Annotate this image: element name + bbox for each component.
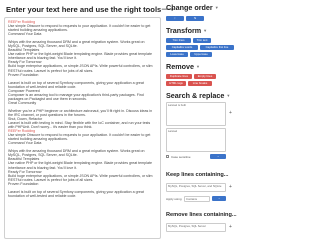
add-icon[interactable]: + [229, 225, 232, 230]
remove-duplicate-lines-button[interactable]: Duplicate lines [166, 74, 192, 79]
case-sensitive-checkbox[interactable] [166, 155, 169, 158]
capitalize-words-button[interactable]: Capitalize words [166, 45, 198, 50]
section-remove: Remove ▼ [166, 62, 200, 71]
remove-lines-input[interactable]: MySQL, Postgres, SQL Server [166, 223, 226, 232]
keep-lines-go-button[interactable]: → [212, 196, 226, 201]
editor-line: Use native PHP or the light-weight Blade… [8, 161, 152, 166]
sort-order-button[interactable]: ⇅ [186, 16, 204, 21]
transform-title: Transform [166, 26, 202, 35]
editor-header: Enter your text here and use the right t… [6, 3, 174, 15]
add-icon[interactable]: + [229, 185, 232, 190]
keep-lines-title: Keep lines containing... [166, 172, 229, 178]
section-transform: Transform ▼ [166, 26, 207, 35]
tools-sidebar: Change order ▼ ↕ ⇅ Transform ▼ Trim line… [164, 0, 240, 240]
apply-using-select[interactable]: Contains [184, 196, 210, 202]
keep-lines-input[interactable]: MySQL, Postgres, SQL Server, and SQLite [166, 183, 226, 192]
chevron-down-icon[interactable]: ▼ [215, 5, 219, 10]
remove-html-tags-button[interactable]: HTML tags [166, 81, 186, 86]
trim-lines-button[interactable]: Trim lines [166, 38, 191, 43]
remove-lines-title: Remove lines containing... [166, 212, 237, 218]
section-remove-lines: Remove lines containing... [166, 212, 237, 218]
page-title: Enter your text here and use the right t… [6, 4, 162, 14]
remove-empty-lines-button[interactable]: Empty lines [194, 74, 216, 79]
remove-title: Remove [166, 62, 194, 71]
editor-line: foundation of well-tested and reliable c… [8, 193, 77, 198]
search-input[interactable]: Laravel is built [166, 102, 226, 126]
remove-line-breaks-button[interactable]: Line breaks [188, 81, 212, 86]
section-change-order: Change order ▼ [166, 3, 219, 12]
search-replace-title: Search & replace [166, 91, 225, 100]
uppercase-button[interactable]: Uppercase [190, 52, 212, 57]
trim-text-button[interactable]: Trim text [193, 38, 211, 43]
chevron-down-icon[interactable]: ▼ [226, 93, 230, 98]
text-editor[interactable]: REEFer Rodding Use simple Obscure to resp… [4, 17, 161, 239]
case-sensitive-label: Case sensitive [171, 155, 191, 159]
replace-input[interactable]: Laravel [166, 128, 226, 152]
lowercase-button[interactable]: Lowercase [166, 52, 188, 57]
editor-line: Build huge enterprise applications, or s… [8, 64, 153, 69]
apply-using-label: Apply using [166, 197, 182, 201]
section-keep-lines: Keep lines containing... [166, 172, 228, 178]
editor-panel: Enter your text here and use the right t… [0, 0, 174, 240]
reverse-order-button[interactable]: ↕ [166, 16, 184, 21]
chevron-down-icon[interactable]: ▼ [196, 64, 200, 69]
add-icon[interactable]: + [229, 111, 232, 116]
editor-content[interactable]: REEFer Rodding Use simple Obscure to resp… [5, 18, 160, 200]
chevron-down-icon[interactable]: ▼ [203, 28, 207, 33]
replace-go-button[interactable]: → [210, 154, 226, 159]
capitalize-first-line-button[interactable]: Capitalize first line [200, 45, 234, 50]
section-search-replace: Search & replace ▼ [166, 91, 230, 100]
change-order-title: Change order [166, 3, 213, 12]
